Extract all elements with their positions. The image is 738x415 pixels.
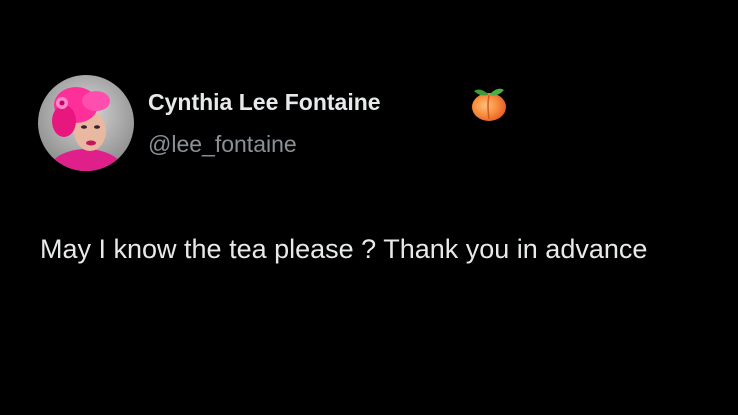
tweet-text: May I know the tea please ? Thank you in…	[40, 234, 648, 264]
avatar-photo-icon	[38, 75, 134, 171]
tweet-card: Cynthia Lee Fontaine @lee_fontaine May I…	[0, 0, 738, 415]
avatar[interactable]	[38, 75, 134, 171]
peach-icon	[468, 85, 510, 123]
user-handle[interactable]: @lee_fontaine	[148, 130, 297, 158]
user-display-name[interactable]: Cynthia Lee Fontaine	[148, 88, 381, 116]
